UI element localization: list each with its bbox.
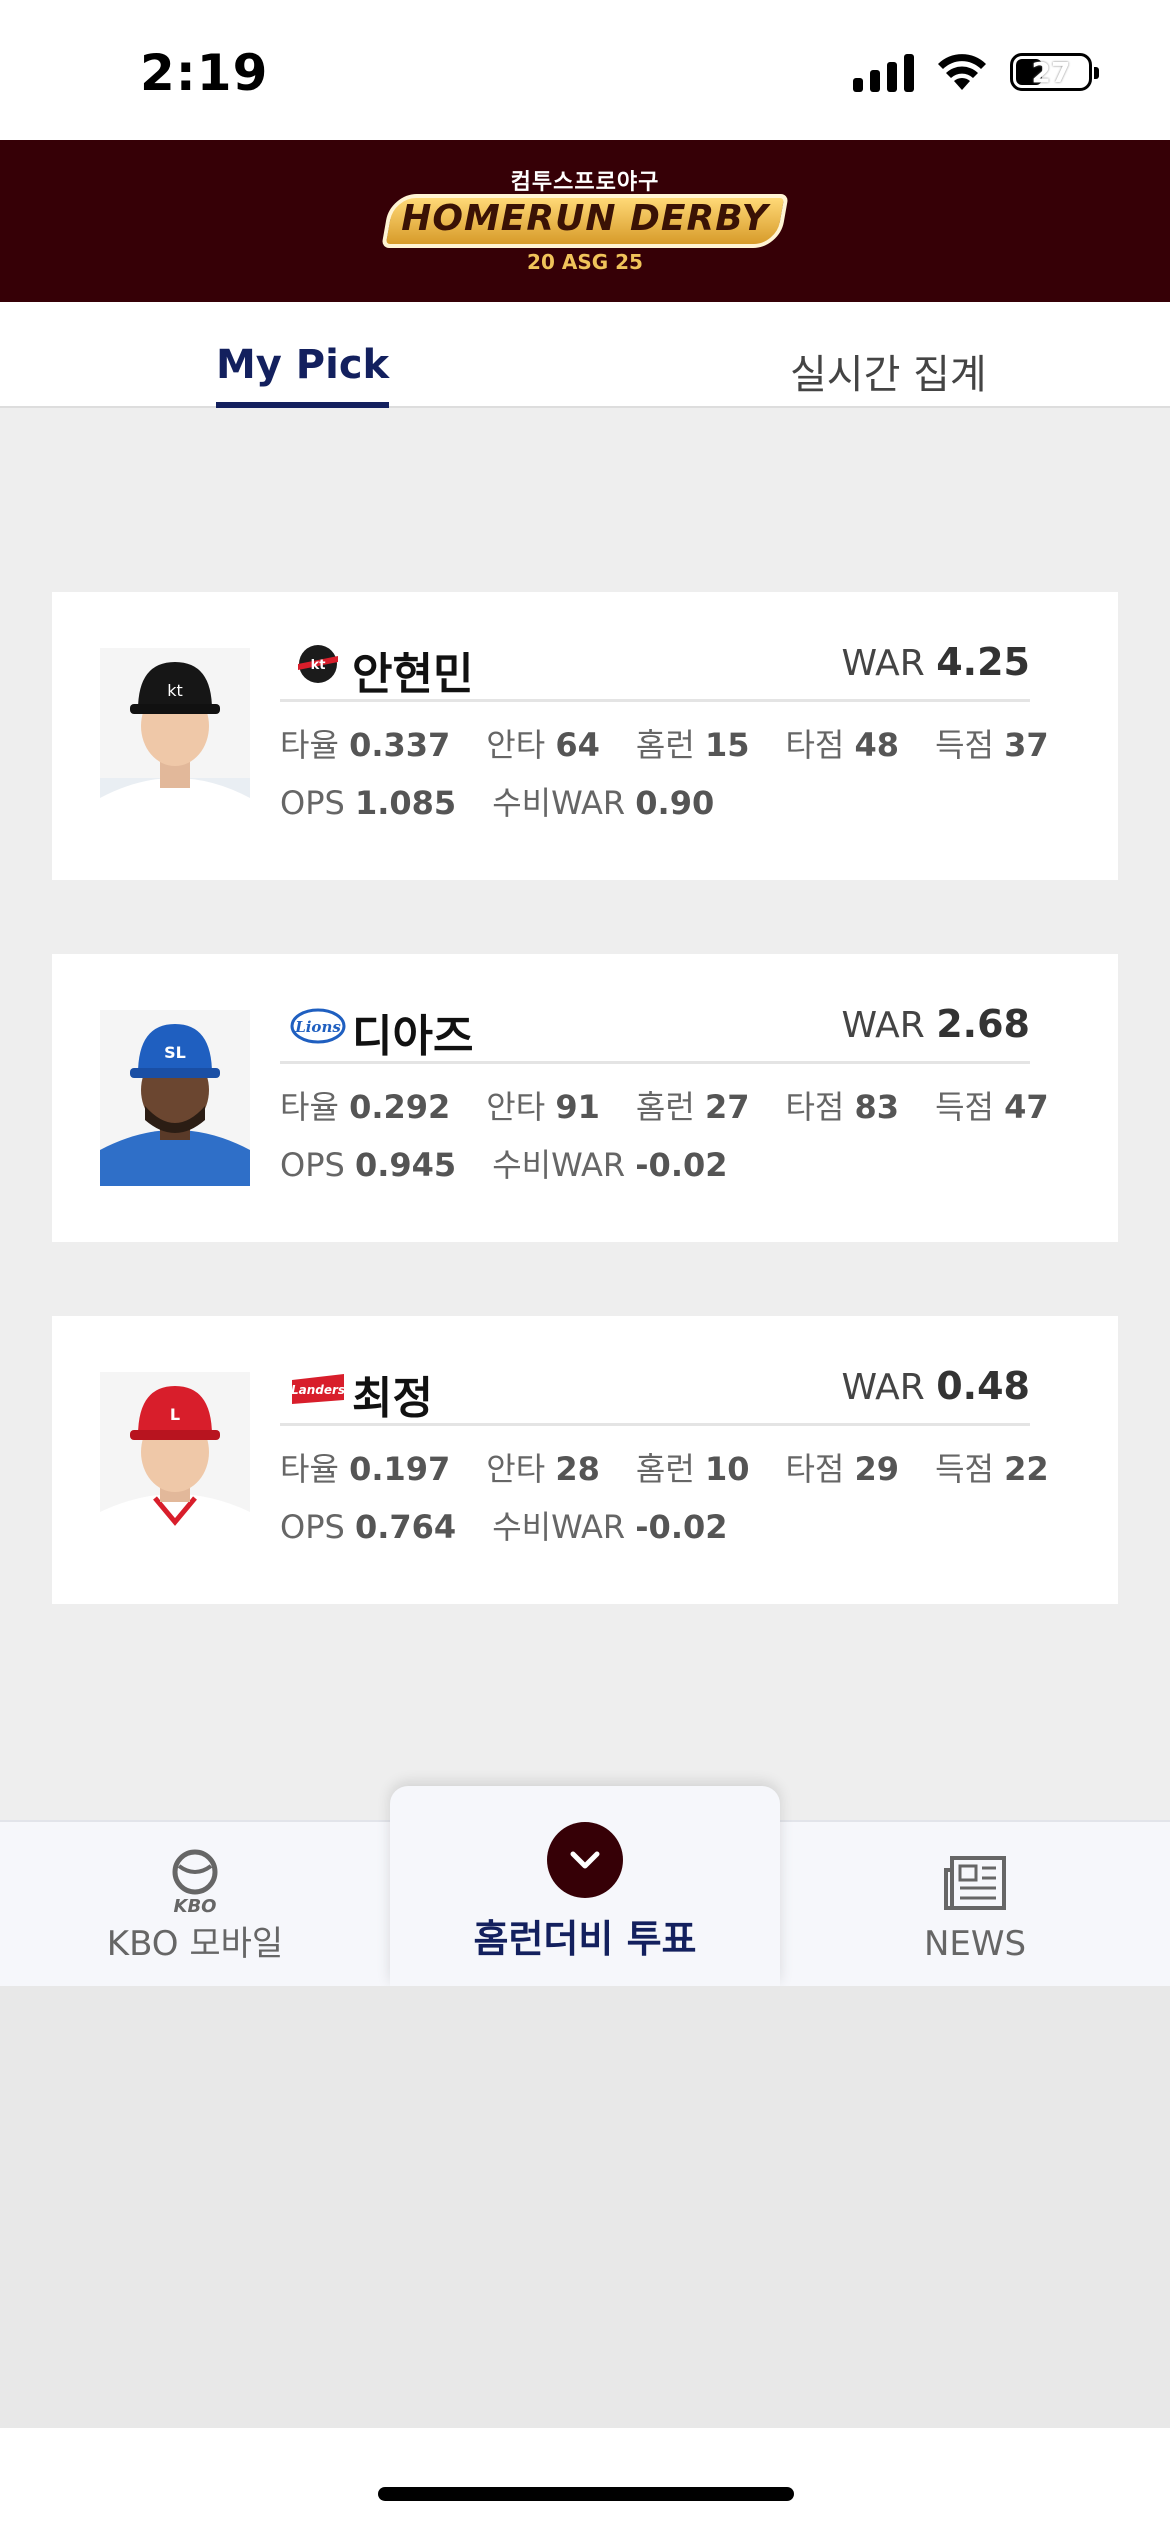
player-photo: kt <box>100 648 250 824</box>
tab-live-tally[interactable]: 실시간 집계 <box>790 342 987 400</box>
tab-my-pick[interactable]: My Pick <box>216 342 390 408</box>
battery-level: 27 <box>1031 55 1071 89</box>
player-card[interactable]: L Landers 최정 WAR 0.48 타율 0.197 안타 28 홈런 10… <box>52 1316 1118 1604</box>
svg-text:kt: kt <box>311 658 326 673</box>
nav-vote-label: 홈런더비 투표 <box>473 1917 697 1961</box>
brand-header: 컴투스프로야구 HOMERUN DERBY 20 ASG 25 <box>0 140 1170 302</box>
logo-sub-text: 20 ASG 25 <box>527 250 643 274</box>
empty-area <box>0 1986 1170 2428</box>
player-photo: SL <box>100 1010 250 1186</box>
newspaper-icon <box>944 1856 1006 1910</box>
home-area <box>0 2428 1170 2532</box>
chevron-down-icon <box>547 1822 623 1898</box>
wifi-icon <box>938 54 986 90</box>
nav-news[interactable]: NEWS <box>900 1822 1050 1988</box>
kt-wiz-logo: kt <box>298 645 338 683</box>
stats-line: 타율 0.197 안타 28 홈런 10 타점 29 득점 22 <box>280 1450 1049 1488</box>
logo-main-text: HOMERUN DERBY <box>401 198 769 239</box>
nav-homerun-derby-vote[interactable]: 홈런더비 투표 <box>390 1786 780 1986</box>
stats-line: OPS 0.945 수비WAR -0.02 <box>280 1146 728 1184</box>
player-card[interactable]: SL Lions 디아즈 WAR 2.68 타율 0.292 안타 91 홈런 27… <box>52 954 1118 1242</box>
player-name: 디아즈 <box>352 1011 474 1062</box>
stats-line: OPS 1.085 수비WAR 0.90 <box>280 784 715 822</box>
kbo-logo-icon: KBO <box>172 1849 218 1917</box>
logo-top-text: 컴투스프로야구 <box>510 170 660 195</box>
player-war: WAR 0.48 <box>841 1364 1031 1408</box>
stats-line: OPS 0.764 수비WAR -0.02 <box>280 1508 728 1546</box>
ssg-landers-logo: Landers <box>291 1374 345 1404</box>
svg-text:Lions: Lions <box>294 1018 341 1036</box>
status-bar: 2:19 27 <box>0 0 1170 140</box>
stats-line: 타율 0.292 안타 91 홈런 27 타점 83 득점 47 <box>280 1088 1049 1126</box>
svg-text:SL: SL <box>164 1043 186 1062</box>
battery-icon: 27 <box>1010 53 1099 91</box>
player-card[interactable]: kt kt 안현민 WAR 4.25 타율 0.337 안타 64 홈런 15 타점 … <box>52 592 1118 880</box>
tab-bar: My Pick 실시간 집계 <box>0 302 1170 408</box>
svg-text:kt: kt <box>167 681 183 700</box>
svg-text:L: L <box>170 1405 180 1424</box>
status-time: 2:19 <box>140 44 269 102</box>
svg-text:Landers: Landers <box>291 1383 345 1397</box>
nav-news-label: NEWS <box>923 1924 1027 1964</box>
nav-kbo-mobile[interactable]: KBO KBO 모바일 <box>100 1822 290 1988</box>
player-photo: L <box>100 1372 250 1548</box>
cellular-signal-icon <box>853 52 914 92</box>
player-war: WAR 4.25 <box>841 640 1031 684</box>
home-indicator[interactable] <box>378 2487 794 2501</box>
status-icons: 27 <box>853 52 1099 92</box>
stats-line: 타율 0.337 안타 64 홈런 15 타점 48 득점 37 <box>280 726 1049 764</box>
nav-kbo-label: KBO 모바일 <box>106 1924 284 1964</box>
samsung-lions-logo: Lions <box>290 1008 346 1044</box>
player-name: 안현민 <box>352 649 474 700</box>
player-war: WAR 2.68 <box>841 1002 1031 1046</box>
homerun-derby-logo: 컴투스프로야구 HOMERUN DERBY 20 ASG 25 <box>380 162 790 280</box>
player-name: 최정 <box>352 1373 433 1424</box>
svg-text:KBO: KBO <box>174 1896 217 1917</box>
